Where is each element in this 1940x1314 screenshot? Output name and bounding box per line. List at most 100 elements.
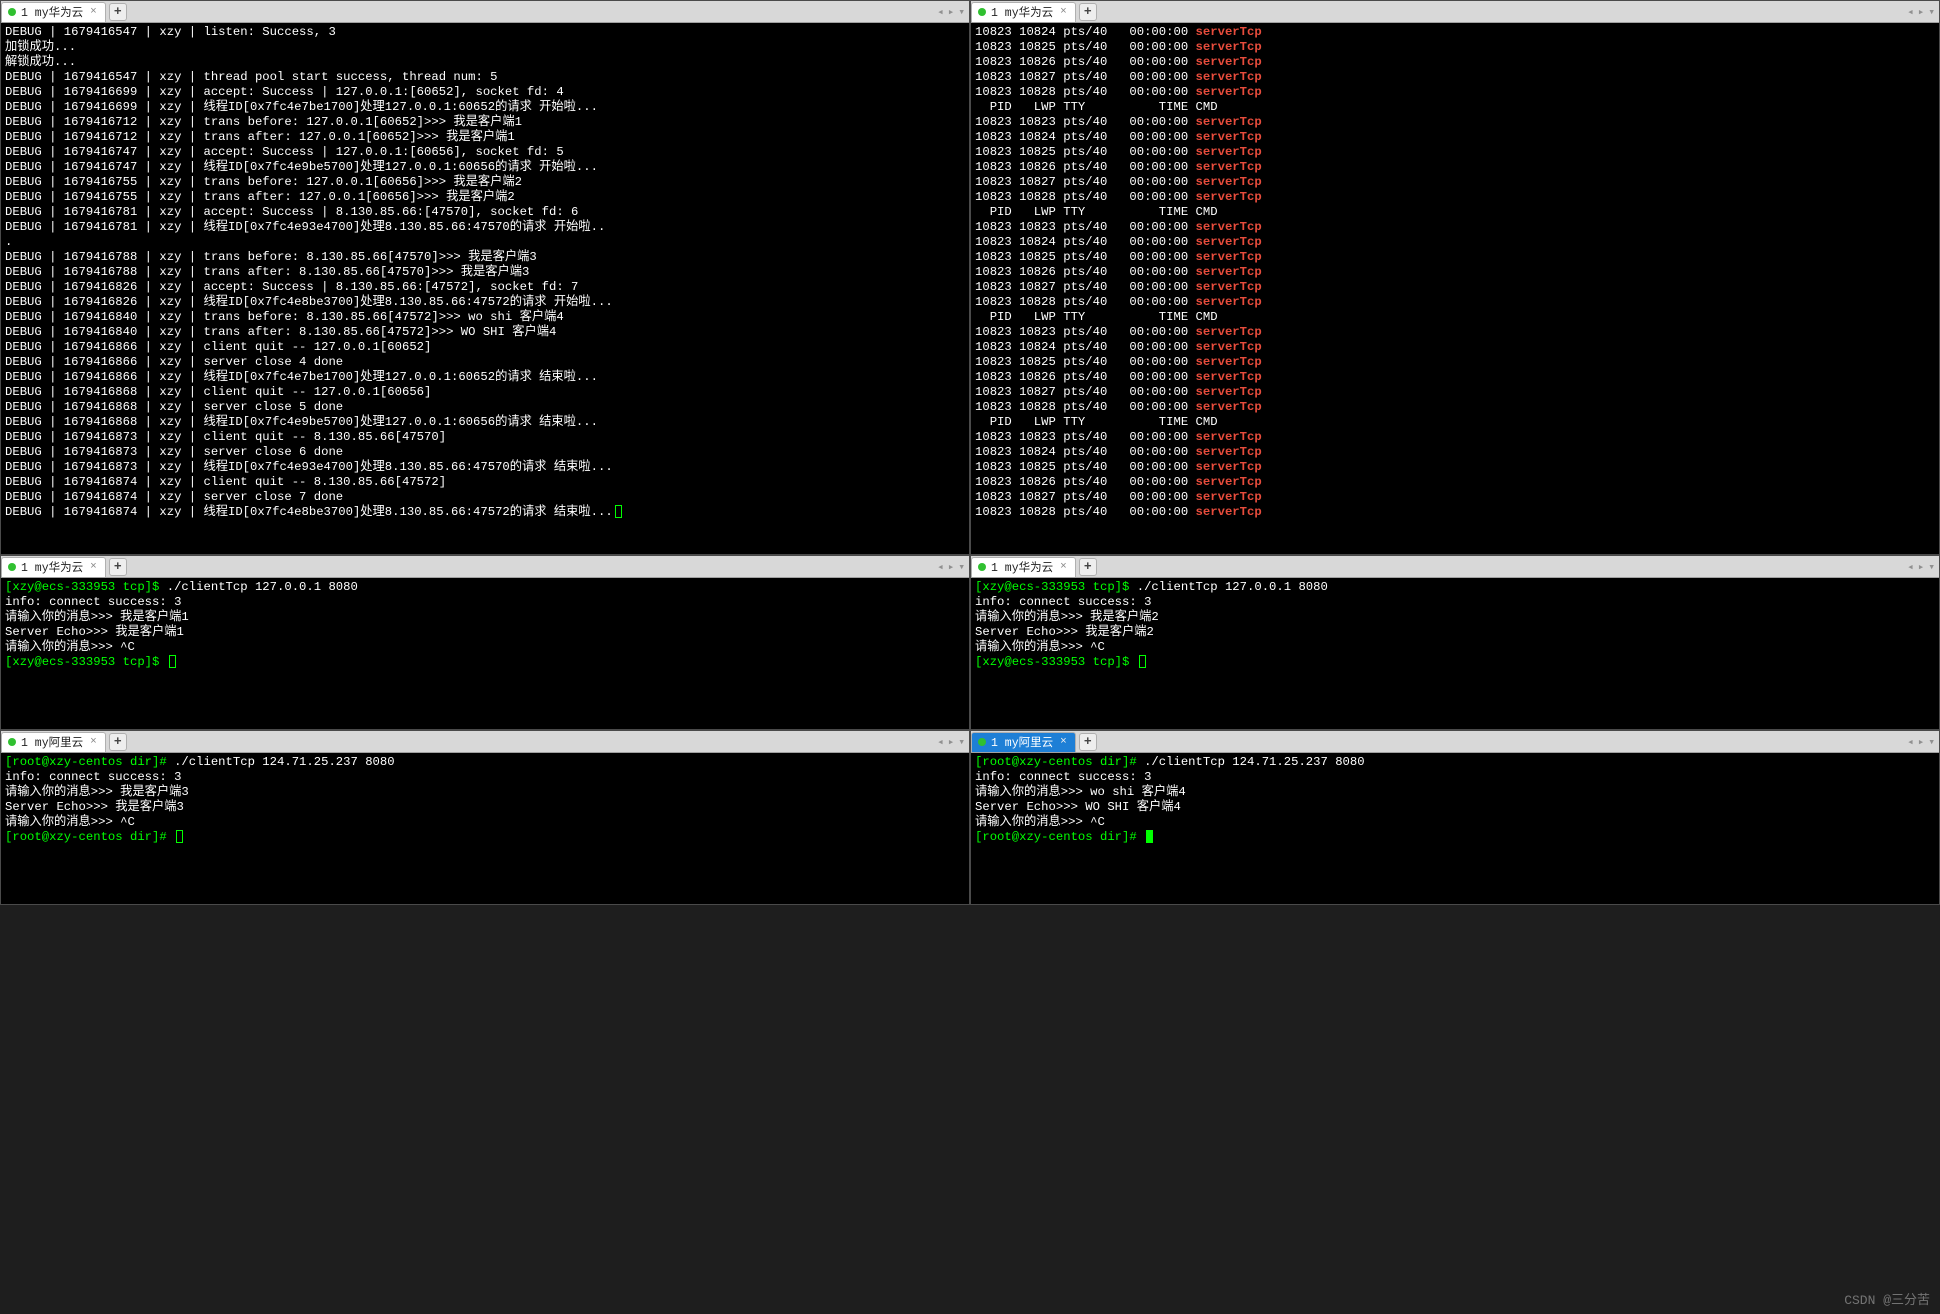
status-dot-icon: [978, 738, 986, 746]
terminal-line: DEBUG | 1679416781 | xzy | 线程ID[0x7fc4e9…: [5, 220, 965, 235]
tabnav-right-icon[interactable]: ▸: [1918, 560, 1925, 574]
close-icon[interactable]: ×: [1060, 561, 1067, 573]
tabnav-dropdown-icon[interactable]: ▾: [958, 560, 965, 574]
cursor-icon: [169, 655, 176, 668]
terminal-mid-left[interactable]: [xzy@ecs-333953 tcp]$ ./clientTcp 127.0.…: [1, 578, 969, 729]
tab-nav-arrows: ◂ ▸ ▾: [937, 731, 965, 752]
tabbar-bot-right: 1 my阿里云 × + ◂ ▸ ▾: [971, 731, 1939, 753]
terminal-line: DEBUG | 1679416712 | xzy | trans after: …: [5, 130, 965, 145]
watermark: CSDN @三分苦: [1844, 1289, 1930, 1308]
tabnav-dropdown-icon[interactable]: ▾: [958, 735, 965, 749]
terminal-line: info: connect success: 3: [5, 770, 965, 785]
tabnav-left-icon[interactable]: ◂: [937, 735, 944, 749]
ps-row: 10823 10827 pts/40 00:00:00 serverTcp: [975, 70, 1935, 85]
tabbar-bot-left: 1 my阿里云 × + ◂ ▸ ▾: [1, 731, 969, 753]
tabnav-right-icon[interactable]: ▸: [1918, 735, 1925, 749]
ps-row: 10823 10823 pts/40 00:00:00 serverTcp: [975, 430, 1935, 445]
status-dot-icon: [978, 8, 986, 16]
terminal-line: DEBUG | 1679416826 | xzy | 线程ID[0x7fc4e8…: [5, 295, 965, 310]
tab-huawei-3[interactable]: 1 my华为云 ×: [1, 557, 106, 577]
tab-nav-arrows: ◂ ▸ ▾: [1907, 556, 1935, 577]
close-icon[interactable]: ×: [1060, 6, 1067, 18]
new-tab-button[interactable]: +: [109, 3, 127, 21]
tab-label: 1 my华为云: [21, 4, 83, 20]
tab-huawei-1[interactable]: 1 my华为云 ×: [1, 2, 106, 22]
ps-row: 10823 10825 pts/40 00:00:00 serverTcp: [975, 250, 1935, 265]
new-tab-button[interactable]: +: [109, 558, 127, 576]
pane-top-left: 1 my华为云 × + ◂ ▸ ▾ DEBUG | 1679416547 | x…: [0, 0, 970, 555]
terminal-bot-right[interactable]: [root@xzy-centos dir]# ./clientTcp 124.7…: [971, 753, 1939, 904]
tabnav-right-icon[interactable]: ▸: [948, 735, 955, 749]
tabnav-right-icon[interactable]: ▸: [948, 560, 955, 574]
ps-row: 10823 10825 pts/40 00:00:00 serverTcp: [975, 40, 1935, 55]
tabnav-left-icon[interactable]: ◂: [1907, 5, 1914, 19]
terminal-line: [root@xzy-centos dir]# ./clientTcp 124.7…: [5, 755, 965, 770]
terminal-mid-right[interactable]: [xzy@ecs-333953 tcp]$ ./clientTcp 127.0.…: [971, 578, 1939, 729]
ps-row: 10823 10824 pts/40 00:00:00 serverTcp: [975, 130, 1935, 145]
terminal-line: Server Echo>>> 我是客户端3: [5, 800, 965, 815]
terminal-line: DEBUG | 1679416547 | xzy | thread pool s…: [5, 70, 965, 85]
terminal-line: DEBUG | 1679416840 | xzy | trans after: …: [5, 325, 965, 340]
tabnav-left-icon[interactable]: ◂: [937, 5, 944, 19]
terminal-line: DEBUG | 1679416712 | xzy | trans before:…: [5, 115, 965, 130]
terminal-line: [root@xzy-centos dir]# ./clientTcp 124.7…: [975, 755, 1935, 770]
ps-row: 10823 10826 pts/40 00:00:00 serverTcp: [975, 475, 1935, 490]
ps-row: 10823 10824 pts/40 00:00:00 serverTcp: [975, 340, 1935, 355]
terminal-line: 请输入你的消息>>> wo shi 客户端4: [975, 785, 1935, 800]
tabnav-right-icon[interactable]: ▸: [948, 5, 955, 19]
terminal-line: DEBUG | 1679416874 | xzy | server close …: [5, 490, 965, 505]
terminal-line: DEBUG | 1679416788 | xzy | trans after: …: [5, 265, 965, 280]
terminal-line: 请输入你的消息>>> 我是客户端3: [5, 785, 965, 800]
pane-bot-right: 1 my阿里云 × + ◂ ▸ ▾ [root@xzy-centos dir]#…: [970, 730, 1940, 905]
new-tab-button[interactable]: +: [109, 733, 127, 751]
terminal-top-left[interactable]: DEBUG | 1679416547 | xzy | listen: Succe…: [1, 23, 969, 554]
close-icon[interactable]: ×: [90, 6, 97, 18]
terminal-line: info: connect success: 3: [975, 770, 1935, 785]
terminal-line: info: connect success: 3: [5, 595, 965, 610]
terminal-bot-left[interactable]: [root@xzy-centos dir]# ./clientTcp 124.7…: [1, 753, 969, 904]
new-tab-button[interactable]: +: [1079, 3, 1097, 21]
tabnav-dropdown-icon[interactable]: ▾: [958, 5, 965, 19]
pane-top-right: 1 my华为云 × + ◂ ▸ ▾ 10823 10824 pts/40 00:…: [970, 0, 1940, 555]
status-dot-icon: [8, 563, 16, 571]
ps-row: 10823 10824 pts/40 00:00:00 serverTcp: [975, 235, 1935, 250]
terminal-line: DEBUG | 1679416755 | xzy | trans after: …: [5, 190, 965, 205]
terminal-line: DEBUG | 1679416868 | xzy | server close …: [5, 400, 965, 415]
terminal-line: DEBUG | 1679416699 | xzy | accept: Succe…: [5, 85, 965, 100]
tab-aliyun-1[interactable]: 1 my阿里云 ×: [1, 732, 106, 752]
tab-aliyun-2[interactable]: 1 my阿里云 ×: [971, 732, 1076, 752]
tab-huawei-2[interactable]: 1 my华为云 ×: [971, 2, 1076, 22]
ps-row: 10823 10827 pts/40 00:00:00 serverTcp: [975, 385, 1935, 400]
tabnav-left-icon[interactable]: ◂: [937, 560, 944, 574]
cursor-icon: [1146, 830, 1153, 843]
tabnav-dropdown-icon[interactable]: ▾: [1928, 735, 1935, 749]
terminal-line: DEBUG | 1679416747 | xzy | 线程ID[0x7fc4e9…: [5, 160, 965, 175]
ps-row: 10823 10826 pts/40 00:00:00 serverTcp: [975, 265, 1935, 280]
terminal-line: .: [5, 235, 965, 250]
close-icon[interactable]: ×: [90, 561, 97, 573]
tabnav-dropdown-icon[interactable]: ▾: [1928, 560, 1935, 574]
tabnav-right-icon[interactable]: ▸: [1918, 5, 1925, 19]
tabnav-left-icon[interactable]: ◂: [1907, 735, 1914, 749]
ps-row: 10823 10827 pts/40 00:00:00 serverTcp: [975, 490, 1935, 505]
terminal-line: DEBUG | 1679416866 | xzy | server close …: [5, 355, 965, 370]
terminal-line: Server Echo>>> 我是客户端1: [5, 625, 965, 640]
terminal-line: DEBUG | 1679416873 | xzy | client quit -…: [5, 430, 965, 445]
terminal-top-right[interactable]: 10823 10824 pts/40 00:00:00 serverTcp108…: [971, 23, 1939, 554]
ps-row: 10823 10828 pts/40 00:00:00 serverTcp: [975, 505, 1935, 520]
tab-nav-arrows: ◂ ▸ ▾: [937, 556, 965, 577]
ps-header: PID LWP TTY TIME CMD: [975, 415, 1935, 430]
ps-row: 10823 10826 pts/40 00:00:00 serverTcp: [975, 370, 1935, 385]
new-tab-button[interactable]: +: [1079, 558, 1097, 576]
new-tab-button[interactable]: +: [1079, 733, 1097, 751]
status-dot-icon: [8, 8, 16, 16]
tab-huawei-4[interactable]: 1 my华为云 ×: [971, 557, 1076, 577]
tab-nav-arrows: ◂ ▸ ▾: [1907, 1, 1935, 22]
close-icon[interactable]: ×: [90, 736, 97, 748]
ps-row: 10823 10827 pts/40 00:00:00 serverTcp: [975, 280, 1935, 295]
tabnav-dropdown-icon[interactable]: ▾: [1928, 5, 1935, 19]
pane-mid-right: 1 my华为云 × + ◂ ▸ ▾ [xzy@ecs-333953 tcp]$ …: [970, 555, 1940, 730]
close-icon[interactable]: ×: [1060, 736, 1067, 748]
tab-label: 1 my华为云: [21, 559, 83, 575]
tabnav-left-icon[interactable]: ◂: [1907, 560, 1914, 574]
